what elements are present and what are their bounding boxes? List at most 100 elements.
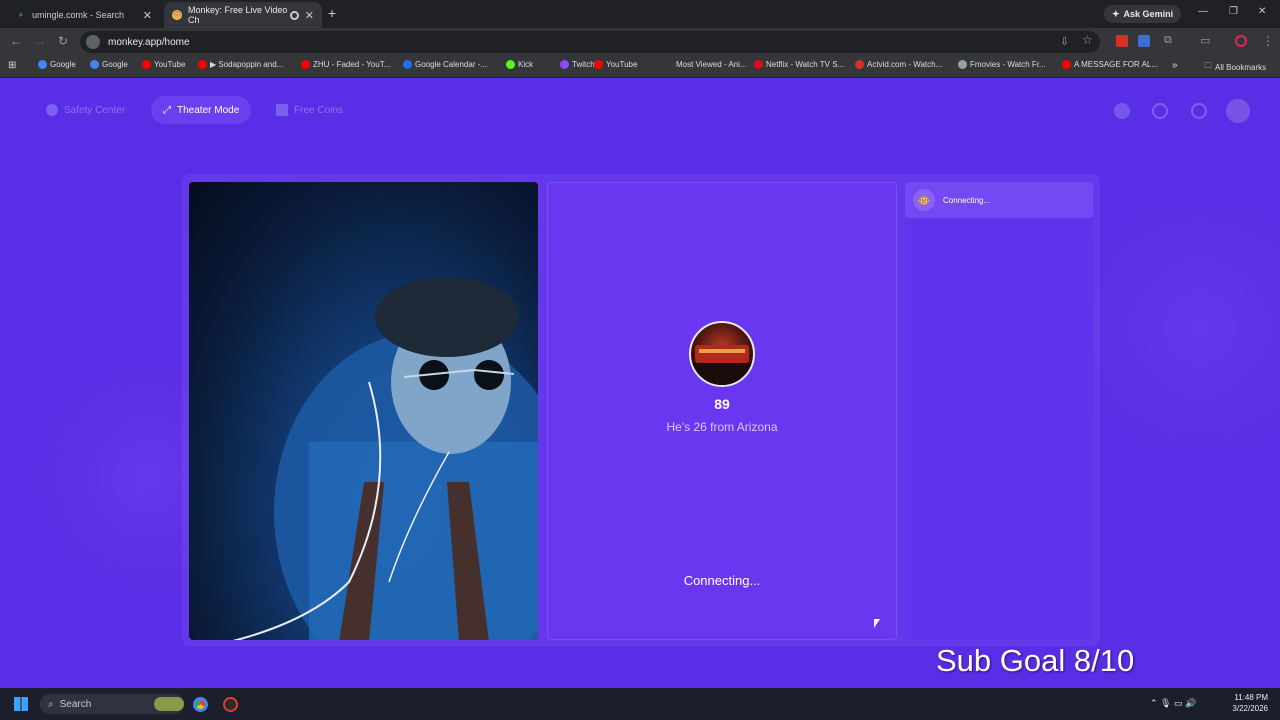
safety-center-button[interactable]: Safety Center xyxy=(34,96,137,124)
new-tab-button[interactable]: + xyxy=(328,5,336,21)
clock-time: 11:48 PM xyxy=(1234,693,1268,702)
close-tab-icon[interactable]: ✕ xyxy=(305,9,314,22)
match-status: Connecting... xyxy=(683,573,761,588)
tab-umingle[interactable]: ⌕ umingle.comk - Search ✕ xyxy=(8,2,160,28)
bookmark-item[interactable]: Google Calendar -... xyxy=(403,60,487,69)
free-coins-label: Free Coins xyxy=(294,104,343,116)
bookmark-label: Netflix - Watch TV S... xyxy=(766,60,845,69)
free-coins-button[interactable]: Free Coins xyxy=(264,96,355,124)
apps-icon[interactable]: ⊞ xyxy=(8,60,16,71)
sub-goal-overlay: Sub Goal 8/10 xyxy=(936,643,1135,678)
bookmark-label: YouTube xyxy=(606,60,638,69)
theater-mode-button[interactable]: ⤢ Theater Mode xyxy=(151,96,252,124)
reload-icon[interactable]: ↻ xyxy=(58,34,68,48)
all-bookmarks[interactable]: 🗀 All Bookmarks xyxy=(1204,60,1266,74)
bookmark-item[interactable]: Actvid.com - Watch... xyxy=(855,60,942,69)
tab-title: Monkey: Free Live Video Ch xyxy=(187,5,288,25)
close-tab-icon[interactable]: ✕ xyxy=(143,9,152,22)
extensions-puzzle-icon[interactable]: ⧉ xyxy=(1164,34,1172,47)
site-info-icon[interactable] xyxy=(86,35,100,49)
search-icon: ⌕ xyxy=(48,698,54,710)
back-icon[interactable]: ← xyxy=(10,34,22,48)
ask-gemini-button[interactable]: ✦ Ask Gemini xyxy=(1104,5,1182,23)
search-highlight-icon xyxy=(154,697,184,711)
app-icon[interactable] xyxy=(223,697,238,712)
all-bookmarks-label: All Bookmarks xyxy=(1215,62,1267,72)
chrome-icon[interactable] xyxy=(193,697,208,712)
bookmark-label: Fmovies - Watch Fr... xyxy=(970,60,1046,69)
youtube-icon xyxy=(198,60,207,69)
shield-icon xyxy=(46,104,58,116)
side-panel-icon[interactable]: ▭ xyxy=(1200,34,1210,47)
bookmark-item[interactable]: Netflix - Watch TV S... xyxy=(754,60,844,69)
gemini-icon: ✦ xyxy=(1112,8,1120,19)
install-icon[interactable]: ⇩ xyxy=(1060,35,1069,48)
menu-icon[interactable]: ⋮ xyxy=(1262,34,1274,48)
match-subtitle: He's 26 from Arizona xyxy=(666,420,778,434)
youtube-icon xyxy=(1062,60,1071,69)
chat-status: Connecting... xyxy=(943,195,991,205)
bookmark-label: ▶ Sodapoppin and... xyxy=(210,60,284,69)
bookmark-item[interactable]: Google xyxy=(90,60,128,69)
extension-icon[interactable] xyxy=(1116,35,1128,47)
gift-icon xyxy=(276,104,288,116)
profile-icon[interactable] xyxy=(1235,35,1247,47)
match-avatar[interactable] xyxy=(689,321,755,387)
bookmark-item[interactable]: Twitch xyxy=(560,60,595,69)
bookmark-star-icon[interactable]: ☆ xyxy=(1082,33,1093,47)
address-bar[interactable]: monkey.app/home xyxy=(80,31,1100,53)
bookmark-item[interactable]: YouTube xyxy=(142,60,185,69)
expand-icon: ⤢ xyxy=(163,104,171,116)
bookmark-item[interactable]: A MESSAGE FOR AL... xyxy=(1062,60,1158,69)
monkey-icon: 🐵 xyxy=(172,10,182,20)
user-avatar[interactable] xyxy=(1226,99,1250,123)
bookmark-item[interactable]: Kick xyxy=(506,60,533,69)
bookmark-label: Actvid.com - Watch... xyxy=(867,60,943,69)
windows-start-icon[interactable] xyxy=(14,697,28,711)
maximize-icon[interactable]: ❐ xyxy=(1229,6,1238,17)
history-icon[interactable] xyxy=(1152,103,1168,119)
youtube-icon xyxy=(594,60,603,69)
taskbar xyxy=(0,688,1280,720)
bookmark-item[interactable]: ▶ Sodapoppin and... xyxy=(198,60,283,69)
avatar-car-image xyxy=(691,345,753,385)
netflix-icon xyxy=(754,60,763,69)
close-window-icon[interactable]: ✕ xyxy=(1258,6,1266,17)
taskbar-search[interactable]: ⌕ Search xyxy=(40,694,184,714)
site-icon xyxy=(958,60,967,69)
minimize-icon[interactable]: — xyxy=(1198,6,1208,17)
kick-icon xyxy=(506,60,515,69)
tray-icons[interactable]: ⌃ 🎙 ▭ 🔊 xyxy=(1150,698,1196,709)
extension-icon[interactable] xyxy=(1138,35,1150,47)
calendar-icon xyxy=(403,60,412,69)
site-icon xyxy=(664,60,673,69)
bookmark-label: Google xyxy=(102,60,128,69)
search-icon: ⌕ xyxy=(18,10,24,19)
bookmark-item[interactable]: Most Viewed - Ani... xyxy=(664,60,747,69)
url-text: monkey.app/home xyxy=(108,36,190,48)
taskbar-search-label: Search xyxy=(59,698,92,710)
recording-icon xyxy=(290,10,299,20)
bookmark-item[interactable]: Fmovies - Watch Fr... xyxy=(958,60,1046,69)
site-icon xyxy=(855,60,864,69)
tab-monkey[interactable]: 🐵 Monkey: Free Live Video Ch ✕ xyxy=(164,2,322,28)
bookmark-item[interactable]: Google xyxy=(38,60,76,69)
google-icon xyxy=(38,60,47,69)
bookmarks-overflow-icon[interactable]: » xyxy=(1172,60,1178,71)
google-icon xyxy=(90,60,99,69)
bookmark-item[interactable]: YouTube xyxy=(594,60,637,69)
chat-header: 🐵 Connecting... xyxy=(905,182,1093,218)
youtube-icon xyxy=(142,60,151,69)
chat-icon[interactable] xyxy=(1191,103,1207,119)
clock[interactable]: 11:48 PM 3/22/2026 xyxy=(1222,692,1268,714)
forward-icon[interactable]: → xyxy=(34,34,46,48)
youtube-icon xyxy=(301,60,310,69)
bookmark-label: A MESSAGE FOR AL... xyxy=(1074,60,1159,69)
theater-mode-label: Theater Mode xyxy=(177,104,240,116)
bookmark-item[interactable]: ZHU - Faded - YouT... xyxy=(301,60,390,69)
bookmark-label: Google Calendar -... xyxy=(415,60,488,69)
bookmark-label: Kick xyxy=(518,60,534,69)
friends-icon[interactable] xyxy=(1114,103,1130,119)
match-name: 89 xyxy=(714,396,730,412)
folder-icon: 🗀 xyxy=(1204,61,1212,70)
